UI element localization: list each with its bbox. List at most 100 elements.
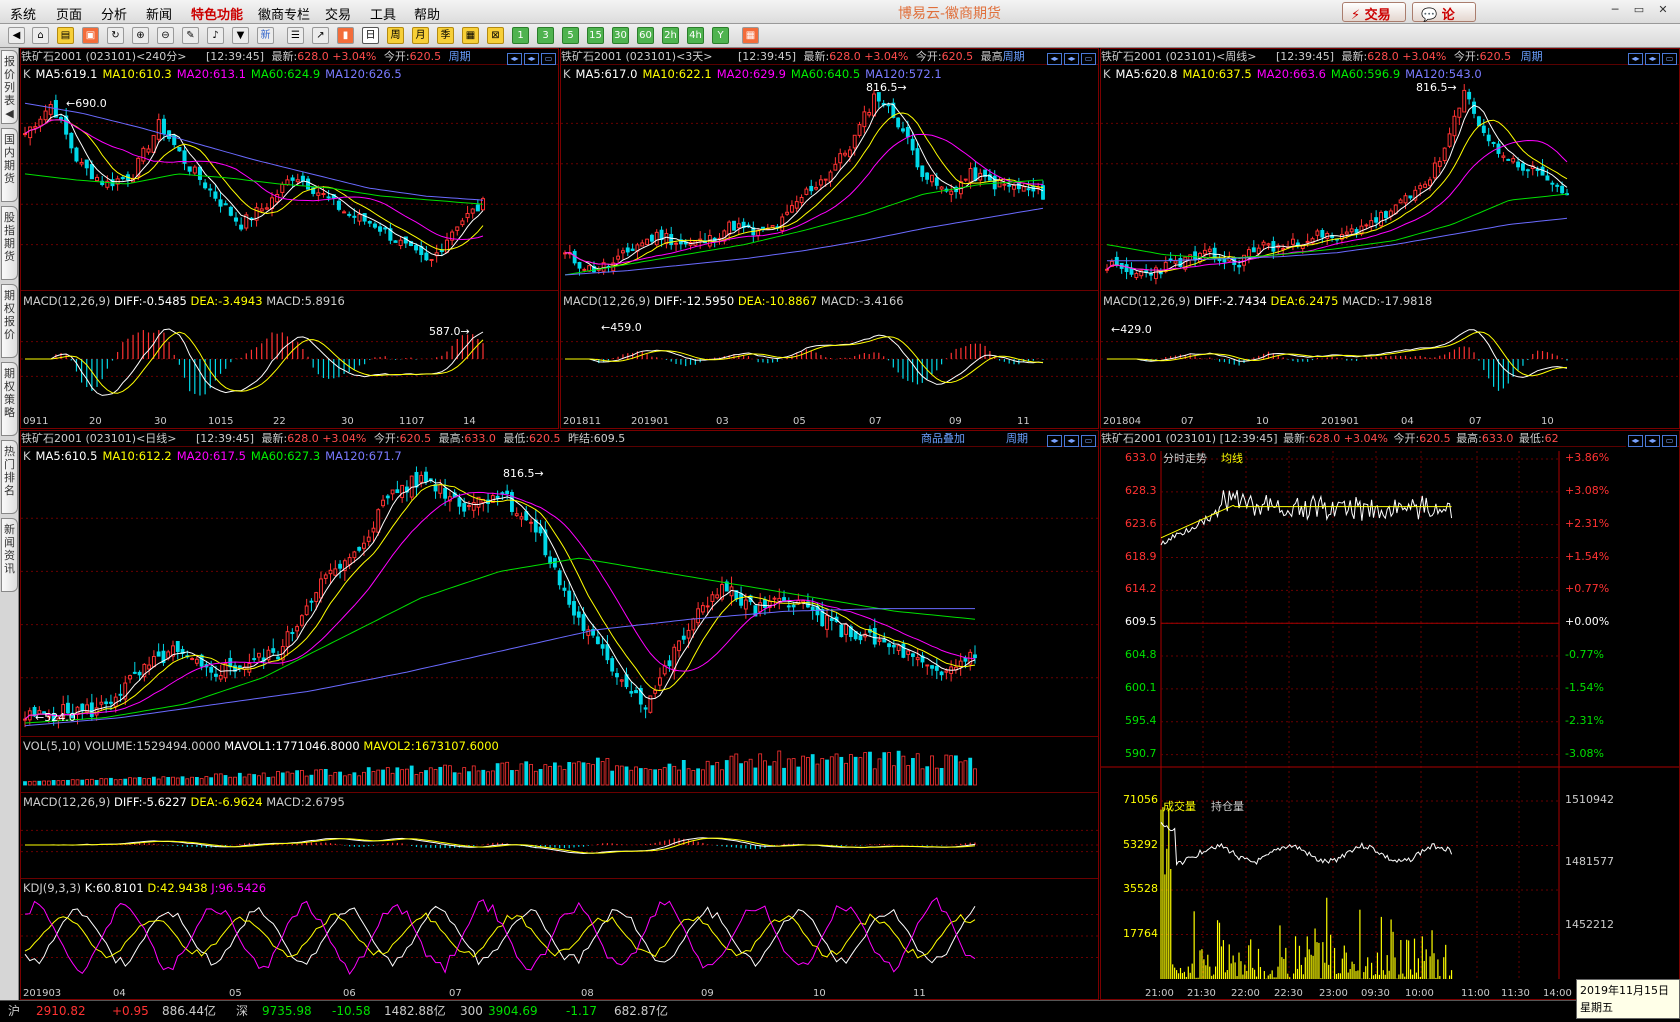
maximize-button[interactable]: ▭ (1630, 3, 1648, 19)
close-button[interactable]: ✕ (1654, 3, 1672, 19)
volume-bar (624, 766, 629, 786)
csi300-change: -1.17 (566, 1004, 598, 1018)
period-3min-button[interactable]: 3 (537, 27, 554, 44)
sz-label[interactable]: 深 (236, 1001, 248, 1021)
menu-features[interactable]: 特色功能 (191, 4, 243, 23)
low-value: 429.0 (1120, 323, 1152, 336)
candle-body (177, 146, 182, 152)
refresh-icon[interactable]: ↻ (107, 27, 124, 44)
menu-page[interactable]: 页面 (56, 4, 82, 23)
volume-bar (56, 780, 61, 786)
x-tick: 21:30 (1187, 988, 1216, 999)
menu-news[interactable]: 新闻 (146, 4, 172, 23)
candle-body (89, 164, 94, 180)
period-30min-button[interactable]: 30 (612, 27, 629, 44)
chart-panel-240min[interactable]: 铁矿石2001 (023101)<240分> [12:39:45] 最新:628… (20, 48, 559, 429)
candle-body (686, 629, 691, 639)
macd-name: MACD(12,26,9) (1103, 294, 1191, 308)
candle-body (192, 166, 197, 174)
new-button[interactable]: 新 (257, 27, 274, 44)
macd-divider (1101, 290, 1679, 291)
candle-body (1320, 230, 1325, 238)
period-4h-button[interactable]: 4h (687, 27, 704, 44)
candle-body (691, 618, 696, 631)
forum-button[interactable]: 💬 论坛 (1412, 2, 1476, 42)
menu-tools[interactable]: 工具 (370, 4, 396, 23)
volume-bar (94, 779, 99, 786)
low-marker: ←459.0 (601, 321, 642, 334)
chart-line-icon[interactable]: ↗ (312, 27, 329, 44)
zoom-in-icon[interactable]: ⊕ (132, 27, 149, 44)
candle-body (1432, 162, 1437, 179)
table-icon[interactable]: ☰ (287, 27, 304, 44)
period-60min-button[interactable]: 60 (637, 27, 654, 44)
period-1min-button[interactable]: 1 (512, 27, 529, 44)
menu-trade[interactable]: 交易 (325, 4, 351, 23)
period-week-button[interactable]: 周 (387, 27, 404, 44)
zoom-out-icon[interactable]: ⊖ (157, 27, 174, 44)
period-year-button[interactable]: ▦ (462, 27, 479, 44)
menu-analysis[interactable]: 分析 (101, 4, 127, 23)
volume-bar (457, 772, 462, 786)
sidebar-tab-news[interactable]: 新闻资讯 (1, 518, 18, 592)
period-season-button[interactable]: 季 (437, 27, 454, 44)
volume-bar (199, 778, 204, 786)
trade-button[interactable]: ⚡ 交易 (1342, 2, 1406, 23)
volume-bar (662, 767, 667, 786)
period-2h-button[interactable]: 2h (662, 27, 679, 44)
sidebar-tab-index-futures[interactable]: 股指期货 (1, 206, 18, 280)
ma10-line (24, 484, 976, 720)
sidebar-tab-quotes[interactable]: 报价列表 ◀ (1, 50, 18, 124)
volume-bar (242, 776, 247, 786)
chart-panel-weekly[interactable]: 铁矿石2001 (023101)<周线> [12:39:45] 最新:628.0… (1100, 48, 1680, 429)
ma5-line (24, 479, 976, 720)
candle-body (814, 186, 819, 190)
folder-icon[interactable]: ▤ (57, 27, 74, 44)
filter-icon[interactable]: ▼ (232, 27, 249, 44)
candle-body (727, 221, 732, 235)
sh-label[interactable]: 沪 (8, 1001, 20, 1021)
candle-body (743, 599, 748, 610)
bell-icon[interactable]: ♪ (207, 27, 224, 44)
menu-help[interactable]: 帮助 (414, 4, 440, 23)
period-day-button[interactable]: 日 (362, 27, 379, 44)
period-year-y-button[interactable]: Y (712, 27, 729, 44)
chart-panel-3day[interactable]: 铁矿石2001 (023101)<3天> [12:39:45] 最新:628.0… (560, 48, 1099, 429)
csi300-label[interactable]: 300 (460, 1001, 483, 1021)
volume-bar (400, 769, 405, 786)
sidebar-tab-options-quotes[interactable]: 期权报价 (1, 284, 18, 358)
candle-icon[interactable]: ▮ (337, 27, 354, 44)
sidebar-tab-hot-ranking[interactable]: 热门排名 (1, 440, 18, 514)
volume-bar (753, 767, 758, 786)
volume-bar (414, 774, 419, 786)
candle-body (424, 252, 429, 261)
period-15min-button[interactable]: 15 (587, 27, 604, 44)
candle-body (844, 623, 849, 635)
volume-bar (366, 767, 371, 786)
pen-icon[interactable]: ✎ (182, 27, 199, 44)
period-month-button[interactable]: 月 (412, 27, 429, 44)
back-icon[interactable]: ◀ (8, 27, 25, 44)
candle-body (838, 153, 843, 164)
macd-legend: MACD(12,26,9) DIFF:-5.6227 DEA:-6.9624 M… (23, 795, 345, 809)
intraday-panel[interactable]: 铁矿石2001 (023101) [12:39:45] 最新:628.0 +3.… (1100, 430, 1680, 1000)
calculator-icon[interactable]: ▦ (742, 27, 759, 44)
chart-panel-daily[interactable]: 铁矿石2001 (023101)<日线> [12:39:45] 最新:628.0… (20, 430, 1099, 1000)
tv-icon[interactable]: ▣ (82, 27, 99, 44)
volume-bar (863, 752, 868, 786)
candle-body (156, 119, 161, 140)
candle-body (992, 175, 997, 190)
menu-huishang-column[interactable]: 徽商专栏 (258, 4, 310, 23)
candle-body (667, 660, 672, 667)
volume-bar (443, 764, 448, 786)
sidebar-tab-domestic-futures[interactable]: 国内期货 (1, 128, 18, 202)
x-tick: 11:00 (1461, 988, 1490, 999)
home-icon[interactable]: ⌂ (32, 27, 49, 44)
minimize-button[interactable]: ─ (1606, 3, 1624, 19)
menu-system[interactable]: 系统 (10, 4, 36, 23)
period-custom-button[interactable]: ⊠ (487, 27, 504, 44)
sidebar-tab-options-strategy[interactable]: 期权策略 (1, 362, 18, 436)
candle-body (371, 527, 376, 533)
period-5min-button[interactable]: 5 (562, 27, 579, 44)
candle-body (1516, 161, 1521, 168)
